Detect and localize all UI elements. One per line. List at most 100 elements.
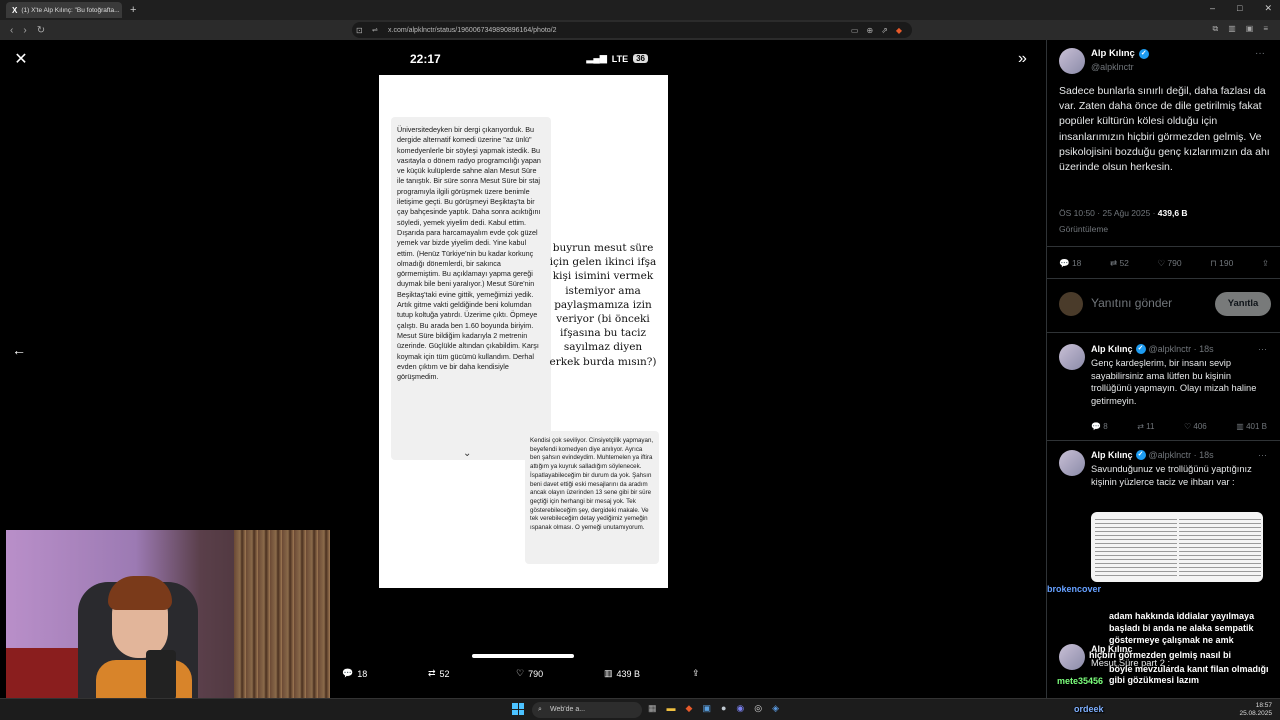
chat-username: mete35456: [1057, 676, 1104, 686]
story-note-second: Kendisi çok seviliyor. Cinsiyetçilik yap…: [525, 431, 659, 564]
obs-icon[interactable]: ◎: [754, 703, 762, 714]
reply-author[interactable]: Alp Kılınç: [1091, 450, 1133, 460]
repost-stat-button[interactable]: ⇄ 52: [1110, 258, 1129, 269]
reply-like-button[interactable]: ♡ 406: [1184, 422, 1207, 431]
signal-icon: ▂▄▆: [586, 53, 607, 63]
photo-repost-count: 52: [439, 668, 450, 679]
reply-text: Savunduğunuz ve trollüğünü yaptığınız ki…: [1091, 464, 1252, 487]
collapse-sidebar-icon[interactable]: »: [1018, 50, 1027, 68]
discord-icon[interactable]: ◉: [736, 703, 744, 714]
bookmark-icon[interactable]: ⊡: [356, 26, 363, 35]
browser-tab[interactable]: X (1) X'te Alp Kılınç: "Bu fotoğrafta...…: [6, 2, 122, 18]
zoom-icon[interactable]: ⊕: [866, 26, 873, 35]
reply-author[interactable]: Alp Kılınç: [1091, 344, 1133, 354]
streamer-webcam: [6, 530, 330, 708]
sidebar-icon[interactable]: ▥: [1228, 24, 1236, 34]
reply-button[interactable]: Yanıtla: [1215, 292, 1271, 316]
menu-icon[interactable]: ≡: [1263, 24, 1268, 34]
reply-views-button[interactable]: ▥ 401 B: [1236, 422, 1267, 431]
windows-taskbar: ordeek ⌕ Web'de a... ▦ ▬ ◆ ▣ ● ◉ ◎ ◈ 18:…: [0, 698, 1280, 720]
avatar[interactable]: [1059, 48, 1085, 74]
more-options-icon[interactable]: ···: [1255, 48, 1265, 59]
reply-stat-button[interactable]: 💬 18: [1059, 258, 1081, 269]
share-stat-button[interactable]: ⇪: [1262, 258, 1269, 269]
windows-start-icon[interactable]: [512, 703, 524, 715]
post-stats: 💬 18 ⇄ 52 ♡ 790 ⊓ 190 ⇪: [1059, 258, 1269, 269]
store-icon[interactable]: ▣: [702, 703, 711, 714]
photo-actions: 💬 18 ⇄ 52 ♡ 790 ▥ 439 B ⇪: [330, 668, 720, 692]
chevron-down-icon: ⌄: [463, 448, 472, 459]
like-stat-button[interactable]: ♡ 790: [1157, 258, 1181, 269]
photo-like-button[interactable]: ♡ 790: [516, 668, 543, 679]
back-nav-icon[interactable]: ‹: [10, 25, 13, 36]
avatar[interactable]: [1059, 450, 1085, 476]
photo-repost-button[interactable]: ⇄ 52: [428, 668, 450, 679]
share-icon[interactable]: ⇗: [881, 26, 888, 35]
divider: [1047, 440, 1280, 441]
photo-like-count: 790: [528, 668, 544, 679]
close-photo-icon[interactable]: ✕: [12, 52, 30, 70]
app-icon[interactable]: ◈: [772, 703, 779, 714]
brave-icon[interactable]: ◆: [686, 703, 693, 714]
divider: [1047, 246, 1280, 247]
photo-views-button[interactable]: ▥ 439 B: [604, 668, 640, 679]
avatar[interactable]: [1059, 644, 1085, 670]
taskbar-search[interactable]: ⌕ Web'de a...: [532, 702, 642, 718]
more-options-icon[interactable]: ···: [1258, 344, 1267, 354]
reply-repost-button[interactable]: ⇄ 11: [1137, 422, 1154, 431]
reply-count: 18: [1071, 258, 1082, 268]
brave-shield-icon[interactable]: ◆: [896, 26, 902, 35]
photo-reply-button[interactable]: 💬 18: [342, 668, 367, 679]
bookshelf: [234, 530, 330, 708]
taskbar-clock[interactable]: 18:57 25.08.2025: [1239, 702, 1272, 718]
clock-time: 18:57: [1255, 702, 1272, 709]
repost-icon: ⇄: [428, 668, 436, 678]
search-icon: ⌕: [538, 706, 542, 713]
more-options-icon[interactable]: ···: [1258, 450, 1267, 460]
reload-icon[interactable]: ↻: [37, 25, 45, 36]
author-name: Alp Kılınç: [1091, 48, 1135, 59]
screen-icon[interactable]: ▭: [851, 26, 859, 35]
x-logo-icon: X: [12, 5, 18, 15]
chat-username: ordeek: [1074, 704, 1104, 714]
steam-icon[interactable]: ●: [721, 703, 726, 714]
avatar[interactable]: [1059, 344, 1085, 370]
reply-author-row: Alp Kılınç ✓ @alpklnctr · 18s: [1091, 344, 1214, 354]
reply-attachment-image[interactable]: [1091, 512, 1263, 582]
file-explorer-icon[interactable]: ▬: [667, 703, 676, 714]
previous-photo-icon[interactable]: ←: [12, 342, 26, 358]
network-type: LTE: [611, 53, 629, 64]
reply-text: Genç kardeşlerim, bir insanı sevip sayab…: [1091, 358, 1257, 406]
tweet-photo[interactable]: Üniversitedeyken bir dergi çıkarıyorduk.…: [379, 75, 668, 588]
extensions-icon[interactable]: ⧉: [1212, 24, 1218, 34]
author-handle[interactable]: @alpklnctr: [1091, 62, 1134, 72]
window-close-button[interactable]: ✕: [1264, 3, 1272, 14]
tweet-sidebar: Alp Kılınç ✓ @alpklnctr ··· Sadece bunla…: [1046, 40, 1280, 698]
post-header: Alp Kılınç ✓ @alpklnctr ···: [1059, 48, 1269, 76]
wallet-icon[interactable]: ▣: [1246, 24, 1254, 34]
microphone: [146, 650, 176, 700]
author-name-row[interactable]: Alp Kılınç ✓: [1091, 48, 1149, 59]
battery-level: 36: [633, 54, 648, 63]
widget-icon[interactable]: ▦: [648, 703, 657, 714]
forward-nav-icon[interactable]: ›: [23, 25, 26, 36]
minimize-button[interactable]: –: [1210, 3, 1215, 14]
address-bar[interactable]: ⊡ ⇌ x.com/alpklnctr/status/1960067349890…: [352, 22, 912, 38]
handwritten-caption: buyrun mesut süre için gelen ikinci ifşa…: [549, 242, 657, 368]
photo-share-button[interactable]: ⇪: [692, 668, 700, 679]
chat-message: böyle mevzularda kanıt filan olmadığı gi…: [1109, 664, 1269, 685]
photo-reply-count: 18: [357, 668, 368, 679]
reply-item[interactable]: Alp Kılınç ✓ @alpklnctr · 18s ··· Genç k…: [1059, 344, 1271, 440]
taskbar-search-text: Web'de a...: [550, 706, 586, 713]
maximize-button[interactable]: □: [1237, 3, 1242, 14]
new-tab-button[interactable]: +: [130, 4, 136, 16]
url-text: x.com/alpklnctr/status/19600673498908961…: [388, 26, 557, 34]
reply-input[interactable]: Yanıtını gönder: [1091, 296, 1172, 310]
site-info-icon[interactable]: ⇌: [372, 26, 378, 34]
reply-composer: Yanıtını gönder Yanıtla: [1059, 290, 1271, 318]
reply-reply-button[interactable]: 💬 8: [1091, 422, 1108, 431]
image-column: [1095, 516, 1177, 578]
browser-toolbar: ‹ › ↻ ⊡ ⇌ x.com/alpklnctr/status/1960067…: [0, 20, 1280, 40]
bookmark-stat-button[interactable]: ⊓ 190: [1210, 258, 1233, 269]
like-count: 790: [1167, 258, 1182, 268]
